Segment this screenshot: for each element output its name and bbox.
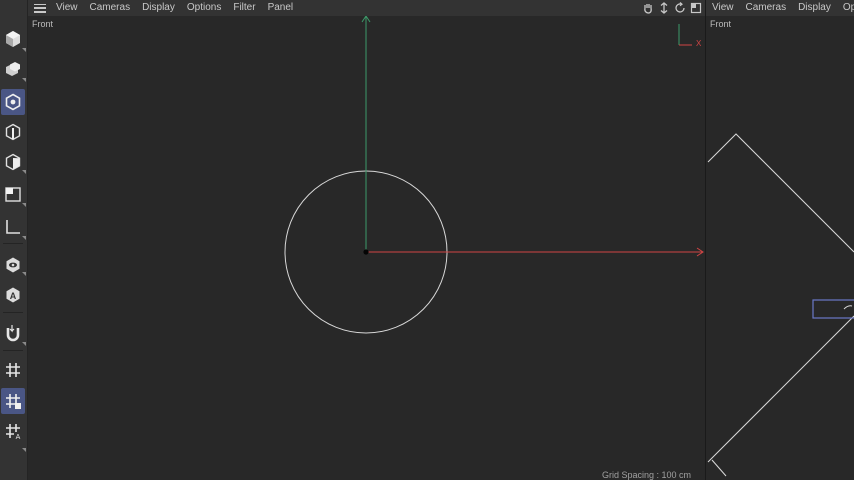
move-icon[interactable] xyxy=(657,1,671,15)
right-viewport[interactable]: View Cameras Display Optio Front xyxy=(706,0,854,480)
menu-view[interactable]: View xyxy=(50,0,84,16)
menu-cameras[interactable]: Cameras xyxy=(740,0,793,16)
grid-spacing-text: Grid Spacing : 100 cm xyxy=(601,470,691,480)
x-axis-indicator-label: X xyxy=(696,39,702,48)
object-center-point xyxy=(363,249,369,255)
left-toolbar: A A xyxy=(0,0,28,480)
viewport-camera-label: Front xyxy=(32,19,54,29)
workplane-icon[interactable] xyxy=(1,388,25,414)
menu-cameras[interactable]: Cameras xyxy=(84,0,137,16)
menu-options[interactable]: Optio xyxy=(837,0,854,16)
svg-text:A: A xyxy=(10,291,17,301)
square-spline-bottom xyxy=(707,315,854,463)
right-viewport-menubar: View Cameras Display Optio xyxy=(706,0,854,16)
maximize-icon[interactable] xyxy=(689,1,703,15)
workplane-axis-icon[interactable]: A xyxy=(1,418,25,444)
menu-display[interactable]: Display xyxy=(136,0,181,16)
menu-filter[interactable]: Filter xyxy=(227,0,261,16)
menu-icon[interactable] xyxy=(34,3,46,13)
menu-panel[interactable]: Panel xyxy=(262,0,300,16)
point-mode-icon[interactable] xyxy=(1,89,25,115)
selection-box xyxy=(812,299,854,319)
viewport-camera-label: Front xyxy=(710,19,732,29)
autokey-icon[interactable]: A xyxy=(1,282,25,308)
main-viewport[interactable]: View Cameras Display Options Filter Pane… xyxy=(28,0,705,480)
svg-text:A: A xyxy=(16,434,21,440)
square-spline-top xyxy=(707,133,854,253)
viewport-canvas[interactable] xyxy=(28,0,705,480)
grid-snap-icon[interactable] xyxy=(1,357,25,383)
right-viewport-canvas[interactable] xyxy=(706,0,854,480)
menu-view[interactable]: View xyxy=(706,0,740,16)
edge-mode-icon[interactable] xyxy=(1,119,25,145)
menu-display[interactable]: Display xyxy=(792,0,837,16)
menu-options[interactable]: Options xyxy=(181,0,227,16)
main-viewport-menubar: View Cameras Display Options Filter Pane… xyxy=(28,0,705,16)
pan-icon[interactable] xyxy=(641,1,655,15)
viewport-nav-icons xyxy=(641,1,703,15)
rotate-icon[interactable] xyxy=(673,1,687,15)
